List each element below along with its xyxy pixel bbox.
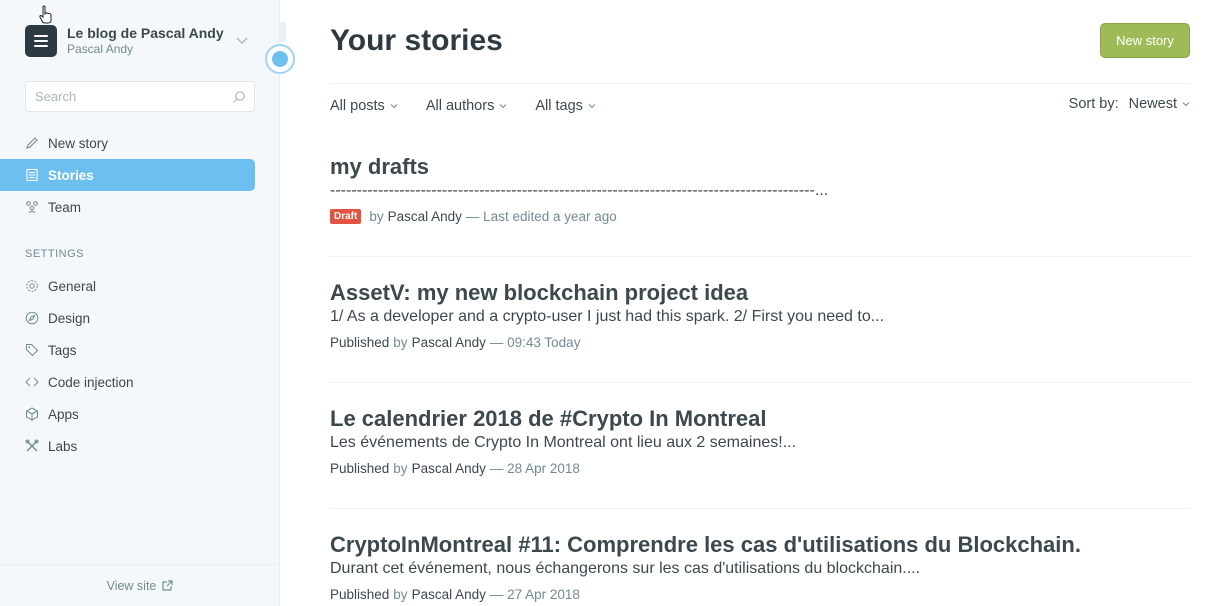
nav-tags[interactable]: Tags: [0, 334, 255, 366]
filter-label: All authors: [425, 98, 495, 114]
story-time: 28 Apr 2018: [507, 461, 580, 476]
search-box: [25, 81, 255, 112]
story-title: CryptoInMontreal #11: Comprendre les cas…: [330, 532, 1081, 557]
hand-cursor-icon: [39, 5, 52, 24]
loading-indicator-icon: [265, 44, 295, 74]
story-author: Pascal Andy: [411, 587, 486, 602]
nav-label: New story: [48, 135, 109, 151]
story-author: Pascal Andy: [411, 335, 486, 350]
nav-label: Apps: [48, 406, 79, 422]
nav-label: Design: [48, 310, 91, 326]
story-title: my drafts: [330, 154, 430, 179]
nav-stories[interactable]: Stories: [0, 159, 255, 191]
story-excerpt: ----------------------------------------…: [330, 182, 829, 199]
nav-code-injection[interactable]: Code injection: [0, 366, 255, 398]
settings-heading: SETTINGS: [25, 248, 85, 260]
nav-label: General: [48, 278, 97, 294]
nav-label: Stories: [48, 167, 94, 183]
story-time: 09:43 Today: [507, 335, 581, 350]
story-author: Pascal Andy: [411, 461, 486, 476]
story-title: AssetV: my new blockchain project idea: [330, 280, 749, 305]
blog-logo-icon: [25, 25, 57, 57]
new-story-button[interactable]: New story: [1100, 23, 1190, 58]
blog-title: Le blog de Pascal Andy: [67, 25, 224, 41]
story-author: Pascal Andy: [387, 209, 462, 224]
sort-value: Newest: [1128, 96, 1177, 112]
team-icon: [25, 200, 39, 214]
story-item[interactable]: my drafts ------------------------------…: [330, 154, 1190, 224]
page-title: Your stories: [330, 24, 503, 57]
story-time: Last edited a year ago: [483, 209, 617, 224]
story-title: Le calendrier 2018 de #Crypto In Montrea…: [330, 406, 767, 431]
tag-icon: [25, 343, 39, 357]
filter-bar: All posts All authors All tags: [330, 96, 596, 116]
nav-label: Team: [48, 199, 82, 215]
sort-label: Sort by:: [1068, 96, 1119, 112]
nav-label: Tags: [48, 342, 77, 358]
nav-apps[interactable]: Apps: [0, 398, 255, 430]
story-item[interactable]: AssetV: my new blockchain project idea 1…: [330, 280, 1190, 350]
nav-label: Labs: [48, 438, 78, 454]
blog-switcher[interactable]: Le blog de Pascal Andy Pascal Andy: [25, 24, 255, 58]
box-icon: [25, 407, 39, 421]
story-meta: Published by Pascal Andy — 09:43 Today: [330, 335, 581, 350]
story-status: Published: [330, 461, 390, 476]
story-status: Published: [330, 335, 390, 350]
divider: [330, 382, 1190, 383]
sidebar: Le blog de Pascal Andy Pascal Andy New s…: [0, 0, 280, 606]
story-excerpt: Les événements de Crypto In Montreal ont…: [330, 434, 797, 451]
chevron-down-icon: [390, 104, 398, 109]
nav-general[interactable]: General: [0, 270, 255, 302]
main-content: Your stories New story All posts All aut…: [330, 0, 1190, 606]
story-meta: Published by Pascal Andy — 27 Apr 2018: [330, 587, 580, 602]
story-excerpt: Durant cet événement, nous échangerons s…: [330, 560, 921, 577]
chevron-down-icon: [236, 37, 248, 44]
chevron-down-icon: [588, 104, 596, 109]
divider: [330, 83, 1190, 84]
divider: [330, 256, 1190, 257]
chevron-down-icon: [499, 104, 507, 109]
search-icon: [233, 91, 245, 103]
view-site-link[interactable]: View site: [0, 564, 280, 606]
blog-user: Pascal Andy: [67, 42, 134, 56]
gear-icon: [25, 279, 39, 293]
nav-design[interactable]: Design: [0, 302, 255, 334]
draft-badge: Draft: [330, 209, 362, 224]
nav-label: Code injection: [48, 374, 134, 390]
compass-icon: [25, 311, 39, 325]
view-site-label: View site: [106, 578, 157, 593]
nav-labs[interactable]: Labs: [0, 430, 255, 462]
story-item[interactable]: Le calendrier 2018 de #Crypto In Montrea…: [330, 406, 1190, 476]
search-input[interactable]: [26, 82, 216, 111]
external-link-icon: [162, 580, 173, 591]
tools-icon: [25, 439, 39, 453]
pencil-icon: [25, 136, 39, 150]
code-icon: [25, 375, 39, 389]
filter-label: All posts: [330, 98, 385, 114]
sort-dropdown[interactable]: Sort by: Newest: [1069, 96, 1190, 112]
scrollbar[interactable]: [280, 22, 286, 42]
story-excerpt: 1/ As a developer and a crypto-user I ju…: [330, 308, 885, 325]
document-icon: [25, 168, 39, 182]
nav-team[interactable]: Team: [0, 191, 255, 223]
filter-tags[interactable]: All tags: [535, 96, 596, 116]
story-meta: Published by Pascal Andy — 28 Apr 2018: [330, 461, 580, 476]
story-time: 27 Apr 2018: [507, 587, 580, 602]
chevron-down-icon: [1182, 102, 1190, 107]
filter-authors[interactable]: All authors: [426, 96, 508, 116]
story-status: Published: [330, 587, 390, 602]
filter-label: All tags: [535, 98, 583, 114]
story-meta: Draft by Pascal Andy — Last edited a yea…: [330, 209, 1190, 224]
nav-new-story[interactable]: New story: [0, 127, 255, 159]
divider: [330, 508, 1190, 509]
filter-post-type[interactable]: All posts: [330, 96, 398, 116]
story-item[interactable]: CryptoInMontreal #11: Comprendre les cas…: [330, 532, 1190, 602]
